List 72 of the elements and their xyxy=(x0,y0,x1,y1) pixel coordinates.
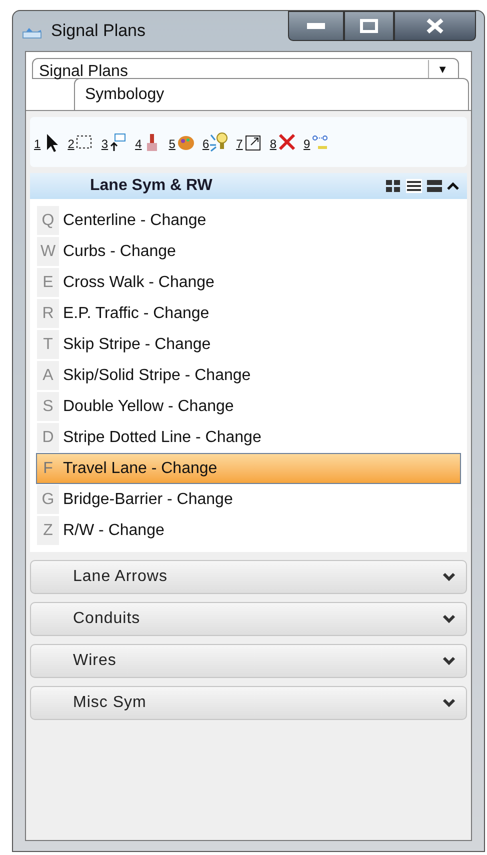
tool-icon xyxy=(209,131,230,153)
expand-icon[interactable] xyxy=(442,656,456,666)
item-label: Bridge-Barrier - Change xyxy=(63,490,233,510)
list-item[interactable]: G Bridge-Barrier - Change xyxy=(36,484,461,515)
shortcut-key: W xyxy=(37,237,59,266)
list-item[interactable]: R E.P. Traffic - Change xyxy=(36,298,461,329)
detail-view-icon[interactable] xyxy=(427,180,442,192)
grid-view-icon[interactable] xyxy=(386,180,401,192)
item-label: Curbs - Change xyxy=(63,242,176,262)
tool-icon xyxy=(276,131,296,153)
shortcut-key: A xyxy=(37,361,59,390)
list-item[interactable]: S Double Yellow - Change xyxy=(36,391,461,422)
list-item[interactable]: W Curbs - Change xyxy=(36,236,461,267)
list-item[interactable]: Z R/W - Change xyxy=(36,515,461,546)
close-icon xyxy=(426,18,444,34)
tool-button[interactable]: 1 xyxy=(34,131,61,153)
close-button[interactable] xyxy=(394,11,476,41)
list-item[interactable]: E Cross Walk - Change xyxy=(36,267,461,298)
section-title: Wires xyxy=(73,651,116,671)
list-item[interactable]: D Stripe Dotted Line - Change xyxy=(36,422,461,453)
tool-button[interactable]: 2 xyxy=(68,131,94,153)
maximize-button[interactable] xyxy=(344,11,394,41)
tool-button[interactable]: 7 xyxy=(236,131,263,153)
list-view-icon[interactable] xyxy=(406,179,422,193)
item-label: Stripe Dotted Line - Change xyxy=(63,428,262,448)
section-header[interactable]: Wires xyxy=(30,644,467,678)
section-title: Misc Sym xyxy=(73,693,146,713)
shortcut-key: S xyxy=(37,392,59,421)
tool-button[interactable]: 4 xyxy=(135,131,162,153)
minimize-icon xyxy=(307,23,325,29)
list-item[interactable]: Q Centerline - Change xyxy=(36,205,461,236)
item-label: Centerline - Change xyxy=(63,210,206,230)
maximize-icon xyxy=(360,19,378,33)
tool-icon xyxy=(108,131,128,153)
item-label: Skip Stripe - Change xyxy=(63,334,211,354)
shortcut-key: D xyxy=(37,423,59,452)
expand-icon[interactable] xyxy=(442,698,456,708)
shortcut-key: E xyxy=(37,268,59,297)
section-title: Lane Sym & RW xyxy=(90,176,212,196)
list-item[interactable]: T Skip Stripe - Change xyxy=(36,329,461,360)
task-dropdown[interactable]: Signal Plans ▼ xyxy=(32,58,459,79)
tool-button[interactable]: 3 xyxy=(101,131,128,153)
shortcut-key: T xyxy=(37,330,59,359)
tool-button[interactable]: 6 xyxy=(202,131,230,153)
item-label: Travel Lane - Change xyxy=(63,458,218,478)
item-label: R/W - Change xyxy=(63,520,164,540)
collapse-icon[interactable] xyxy=(447,181,459,191)
tool-button[interactable]: 9 xyxy=(304,131,330,153)
tab[interactable]: Symbology xyxy=(74,78,469,110)
tool-button[interactable]: 8 xyxy=(270,131,296,153)
shortcut-key: R xyxy=(37,299,59,328)
expand-icon[interactable] xyxy=(442,572,456,582)
expand-icon[interactable] xyxy=(442,614,456,624)
list-item[interactable]: F Travel Lane - Change xyxy=(36,453,461,484)
section-title: Lane Arrows xyxy=(73,567,168,587)
shortcut-key: G xyxy=(37,485,59,514)
item-label: E.P. Traffic - Change xyxy=(63,304,210,324)
section-header[interactable]: Misc Sym xyxy=(30,686,467,720)
shortcut-key: Q xyxy=(37,206,59,235)
item-label: Double Yellow - Change xyxy=(63,396,234,416)
shortcut-key: Z xyxy=(37,516,59,545)
section-header[interactable]: Lane Sym & RW xyxy=(30,173,467,199)
section-title: Conduits xyxy=(73,609,140,629)
tool-button[interactable]: 5 xyxy=(168,131,196,153)
list-item[interactable]: A Skip/Solid Stripe - Change xyxy=(36,360,461,391)
item-label: Cross Walk - Change xyxy=(63,272,214,292)
section-header[interactable]: Lane Arrows xyxy=(30,560,467,594)
window-title: Signal Plans xyxy=(51,20,146,42)
minimize-button[interactable] xyxy=(288,11,344,41)
section-header[interactable]: Conduits xyxy=(30,602,467,636)
item-label: Skip/Solid Stripe - Change xyxy=(63,366,251,386)
shortcut-key: F xyxy=(37,456,59,480)
